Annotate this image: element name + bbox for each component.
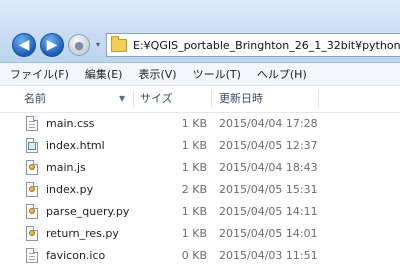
file-name: parse_query.py — [46, 205, 130, 218]
file-date: 2015/04/05 15:31 — [219, 183, 318, 196]
window-titlebar: ◀ ▶ ● ▾ E:¥QGIS_portable_Bringhton_26_1_… — [0, 0, 400, 63]
forward-button[interactable]: ▶ — [40, 33, 64, 57]
file-row[interactable]: index.py 2 KB 2015/04/05 15:31 — [0, 179, 400, 201]
menu-tools[interactable]: ツール(T) — [185, 66, 249, 82]
file-row[interactable]: return_res.py 1 KB 2015/04/05 14:01 — [0, 223, 400, 245]
text-file-icon — [26, 116, 38, 131]
menu-help[interactable]: ヘルプ(H) — [249, 66, 315, 82]
file-size: 1 KB — [181, 161, 207, 174]
forward-arrow-icon: ▶ — [46, 37, 58, 53]
file-size: 2 KB — [181, 183, 207, 196]
column-divider[interactable] — [211, 90, 212, 108]
recent-pages-button[interactable]: ● — [68, 34, 90, 56]
file-date: 2015/04/05 14:11 — [219, 205, 318, 218]
column-name-header[interactable]: 名前 — [24, 86, 46, 112]
file-date: 2015/04/04 18:43 — [219, 161, 318, 174]
file-size: 1 KB — [181, 117, 207, 130]
file-name: index.py — [46, 183, 94, 196]
file-row[interactable]: index.html 1 KB 2015/04/05 12:37 — [0, 135, 400, 157]
sort-arrow-icon[interactable]: ▼ — [119, 86, 125, 112]
column-size-header[interactable]: サイズ — [140, 86, 173, 112]
file-date: 2015/04/05 14:01 — [219, 227, 318, 240]
column-date-header[interactable]: 更新日時 — [219, 86, 263, 112]
file-date: 2015/04/04 17:28 — [219, 117, 318, 130]
file-row[interactable]: main.js 1 KB 2015/04/04 18:43 — [0, 157, 400, 179]
recent-pages-dropdown[interactable]: ▾ — [92, 38, 104, 52]
text-file-icon — [26, 248, 38, 263]
column-divider[interactable] — [318, 90, 319, 108]
address-bar[interactable]: E:¥QGIS_portable_Bringhton_26_1_32bit¥py… — [106, 33, 400, 57]
file-row[interactable]: parse_query.py 1 KB 2015/04/05 14:11 — [0, 201, 400, 223]
recent-pages-icon: ● — [74, 38, 84, 52]
menu-edit[interactable]: 編集(E) — [77, 66, 131, 82]
html-file-icon — [26, 138, 38, 153]
script-file-icon — [26, 160, 38, 175]
python-file-icon — [26, 226, 38, 241]
file-size: 1 KB — [181, 227, 207, 240]
menu-file[interactable]: ファイル(F) — [0, 66, 77, 82]
file-name: main.css — [46, 117, 95, 130]
column-header: 名前 ▼ サイズ 更新日時 — [0, 86, 400, 113]
file-size: 1 KB — [181, 205, 207, 218]
file-name: index.html — [46, 139, 105, 152]
file-size: 1 KB — [181, 139, 207, 152]
back-button[interactable]: ◀ — [12, 33, 36, 57]
menu-bar: ファイル(F) 編集(E) 表示(V) ツール(T) ヘルプ(H) — [0, 63, 400, 86]
column-divider[interactable] — [133, 90, 134, 108]
file-list: main.css 1 KB 2015/04/04 17:28 index.htm… — [0, 113, 400, 267]
file-name: return_res.py — [46, 227, 119, 240]
file-name: main.js — [46, 161, 86, 174]
file-row[interactable]: main.css 1 KB 2015/04/04 17:28 — [0, 113, 400, 135]
file-date: 2015/04/05 12:37 — [219, 139, 318, 152]
python-file-icon — [26, 182, 38, 197]
folder-icon — [111, 35, 127, 52]
menu-view[interactable]: 表示(V) — [130, 66, 184, 82]
back-arrow-icon: ◀ — [18, 37, 30, 53]
address-path: E:¥QGIS_portable_Bringhton_26_1_32bit¥py… — [133, 38, 400, 52]
chevron-down-icon: ▾ — [95, 40, 100, 49]
python-file-icon — [26, 204, 38, 219]
